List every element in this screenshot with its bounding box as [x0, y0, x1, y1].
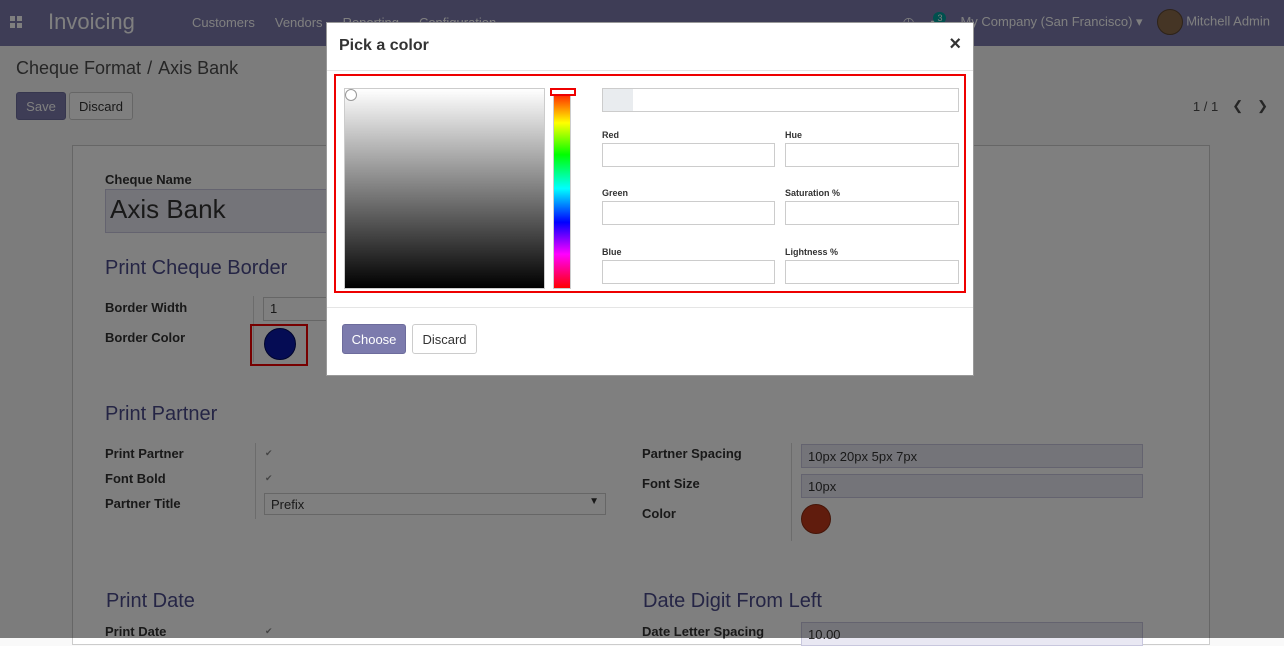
hue-handle[interactable]: [550, 88, 576, 96]
color-picker-panel: Red Hue Green Saturation % Blue Lightnes…: [334, 74, 966, 293]
lightness-input[interactable]: [785, 260, 959, 284]
choose-button[interactable]: Choose: [342, 324, 406, 354]
green-input[interactable]: [602, 201, 775, 225]
dialog-discard-button[interactable]: Discard: [412, 324, 477, 354]
hue-input[interactable]: [785, 143, 959, 167]
saturation-label: Saturation %: [785, 188, 841, 198]
sv-handle[interactable]: [345, 89, 357, 101]
blue-label: Blue: [602, 247, 622, 257]
green-label: Green: [602, 188, 629, 198]
blue-input[interactable]: [602, 260, 775, 284]
color-preview-swatch: [603, 89, 633, 111]
hue-slider[interactable]: [550, 88, 576, 289]
dialog-title: Pick a color: [339, 37, 429, 54]
hex-color-input[interactable]: [602, 88, 959, 112]
red-label: Red: [602, 130, 620, 140]
red-input[interactable]: [602, 143, 775, 167]
hue-label: Hue: [785, 130, 803, 140]
dialog-header-divider: [327, 70, 973, 71]
lightness-label: Lightness %: [785, 247, 839, 257]
dialog-footer-divider: [327, 307, 973, 308]
saturation-value-area[interactable]: [344, 88, 545, 289]
saturation-input[interactable]: [785, 201, 959, 225]
close-icon[interactable]: ×: [949, 33, 961, 56]
color-picker-dialog: Pick a color × Red Hue Green Saturation …: [326, 22, 974, 376]
